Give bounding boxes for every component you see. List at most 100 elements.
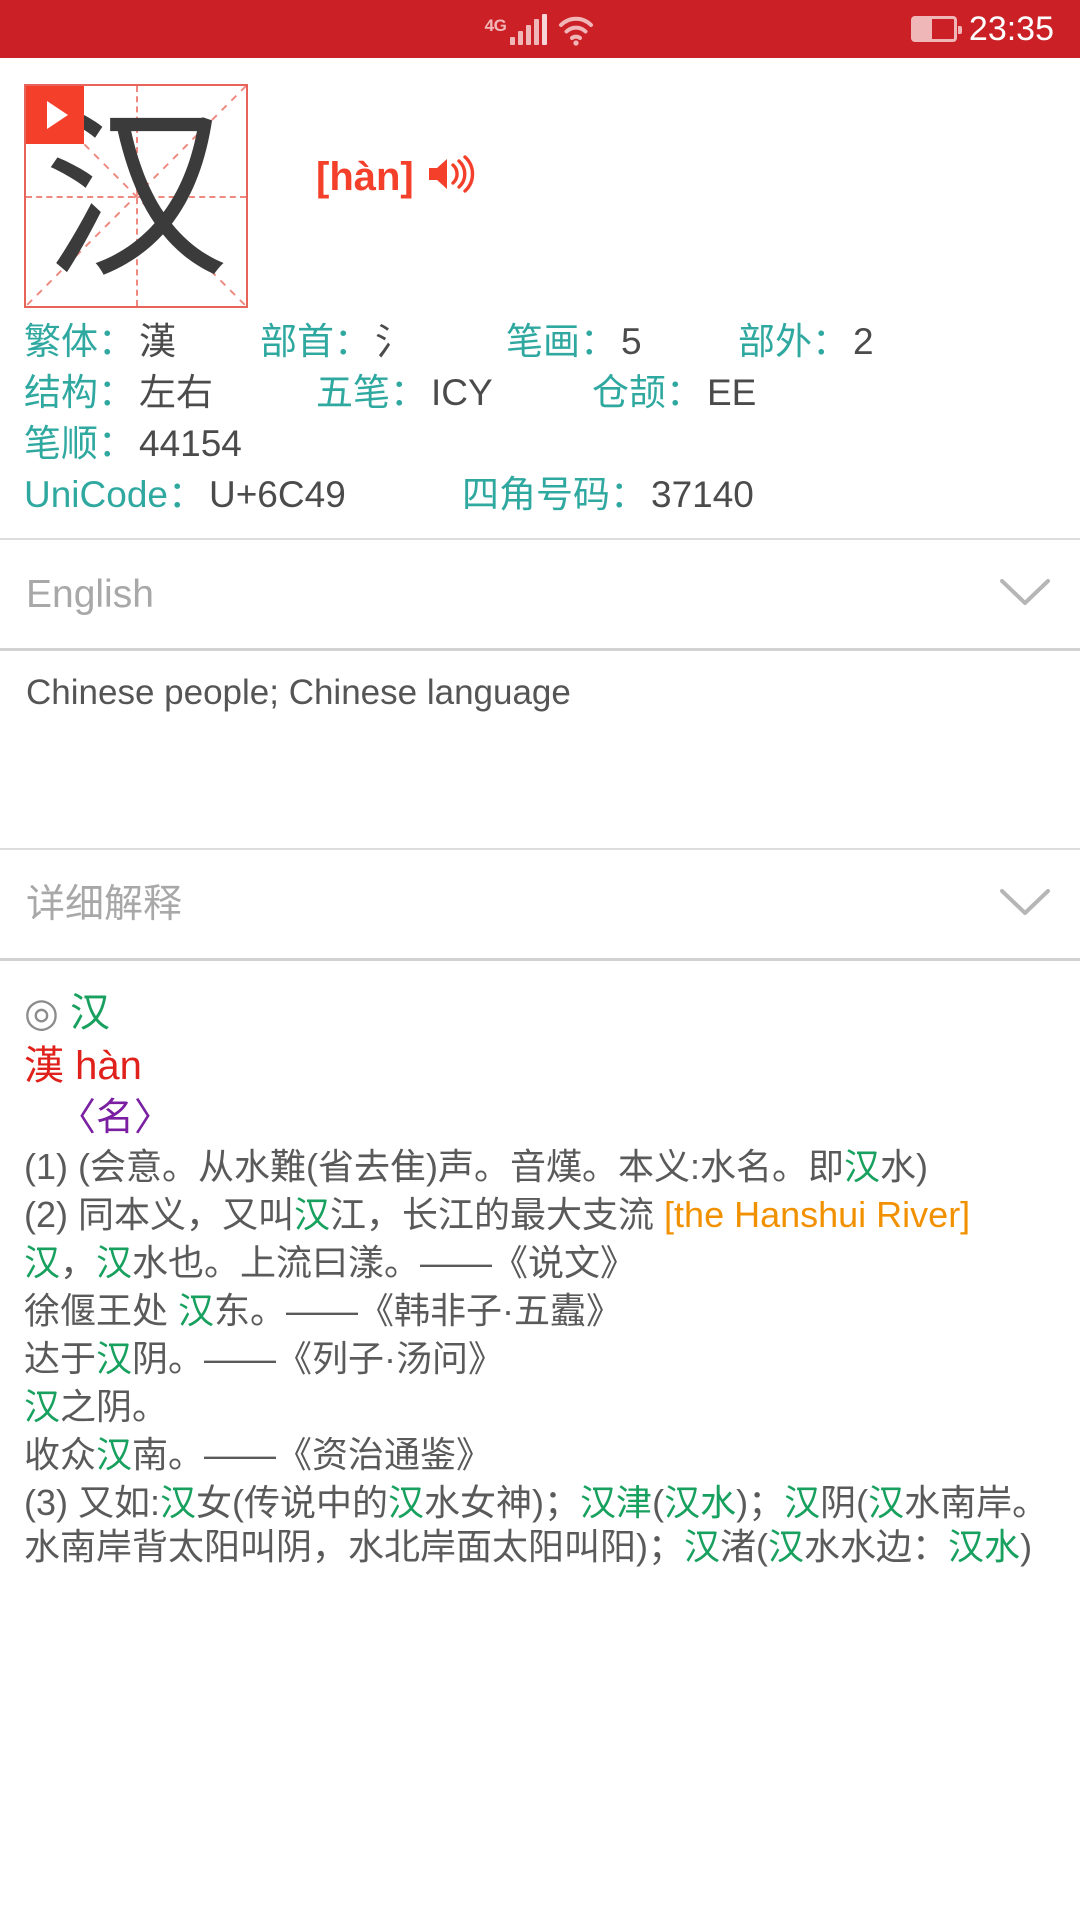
info-label: 仓颉： bbox=[592, 372, 703, 414]
info-value: 左右 bbox=[139, 372, 213, 414]
network-type-label: 4G bbox=[484, 16, 507, 35]
sense-text: ( bbox=[652, 1481, 665, 1523]
quote-link[interactable]: 汉 bbox=[96, 1434, 132, 1475]
detail-pinyin: hàn bbox=[75, 1044, 142, 1089]
play-stroke-animation-button[interactable] bbox=[26, 86, 84, 144]
sense-text: (3) 又如: bbox=[24, 1481, 161, 1523]
sense-text: 水女神)； bbox=[424, 1481, 581, 1523]
info-value: 5 bbox=[621, 321, 642, 362]
info-cell-cangjie: 仓颉： EE bbox=[592, 367, 756, 418]
quote-link[interactable]: 汉 bbox=[24, 1386, 60, 1427]
sense-text: 阴 bbox=[820, 1481, 857, 1523]
info-cell-unicode: UniCode： U+6C49 bbox=[24, 469, 462, 520]
detail-sense-3: (3) 又如:汉女(传说中的汉水女神)；汉津(汉水)；汉阴(汉水南岸。水南岸背太… bbox=[24, 1481, 1056, 1569]
detail-explanation-body: ◎ 汉 漢 hàn 〈名〉 (1) (会意。从水難(省去隹)声。音熯。本义:水名… bbox=[0, 961, 1080, 1568]
quote-text: 徐偃王处 bbox=[24, 1290, 179, 1332]
character-info-table: 繁体： 漢 部首： 氵 笔画： 5 部外： 2 结构： 左右 五笔： ICY 仓… bbox=[0, 308, 1080, 520]
info-value: 44154 bbox=[139, 423, 242, 465]
detail-headword[interactable]: 汉 bbox=[70, 991, 110, 1035]
info-label: UniCode： bbox=[24, 474, 205, 516]
sense-link[interactable]: 汉 bbox=[784, 1482, 820, 1523]
english-definition: Chinese people; Chinese language bbox=[26, 673, 571, 713]
wifi-icon bbox=[557, 14, 595, 48]
sense-text: ( bbox=[856, 1481, 869, 1523]
info-row: 结构： 左右 五笔： ICY 仓颉： EE bbox=[24, 367, 1056, 418]
info-value: 37140 bbox=[651, 474, 754, 516]
quote-text: 阴。——《列子·汤问》 bbox=[132, 1338, 505, 1380]
detail-sense-2: (2) 同本义，又叫汉江，长江的最大支流 [the Hanshui River] bbox=[24, 1193, 1056, 1237]
detail-headword-line: ◎ 汉 bbox=[24, 989, 1056, 1038]
sense-link[interactable]: 汉 bbox=[768, 1526, 804, 1567]
quote-link[interactable]: 汉 bbox=[96, 1242, 132, 1283]
bullet-circle-icon: ◎ bbox=[24, 991, 59, 1036]
sense-link[interactable]: 汉 bbox=[844, 1146, 880, 1187]
info-row: 繁体： 漢 部首： 氵 笔画： 5 部外： 2 bbox=[24, 316, 1056, 367]
sense-text: )； bbox=[736, 1481, 785, 1523]
sense-link[interactable]: 汉 bbox=[868, 1482, 904, 1523]
pos-label: 〈名〉 bbox=[58, 1097, 173, 1140]
info-label: 笔顺： bbox=[24, 423, 135, 465]
sense-link[interactable]: 汉 bbox=[684, 1526, 720, 1567]
detail-quote: 达于汉阴。——《列子·汤问》 bbox=[24, 1337, 1056, 1381]
sense-english-gloss: [the Hanshui River] bbox=[664, 1194, 971, 1236]
section-header-english[interactable]: English bbox=[0, 540, 1080, 649]
sense-text: (1) (会意。从水難(省去隹)声。音熯。本义:水名。即 bbox=[24, 1146, 844, 1188]
clock-label: 23:35 bbox=[968, 10, 1054, 48]
status-bar-right: 23:35 bbox=[910, 0, 1054, 58]
pinyin-row[interactable]: [hàn] bbox=[316, 154, 478, 199]
detail-traditional-line: 漢 hàn bbox=[24, 1042, 1056, 1091]
info-label: 部外： bbox=[738, 321, 849, 362]
quote-text: 收众 bbox=[24, 1433, 97, 1475]
sense-link[interactable]: 汉 bbox=[388, 1482, 424, 1523]
quote-link[interactable]: 汉 bbox=[178, 1290, 214, 1331]
detail-traditional: 漢 bbox=[24, 1044, 64, 1089]
info-value: U+6C49 bbox=[208, 474, 346, 516]
section-header-detail[interactable]: 详细解释 bbox=[0, 850, 1080, 959]
detail-part-of-speech: 〈名〉 bbox=[24, 1095, 1056, 1141]
info-value: 漢 bbox=[139, 321, 176, 362]
info-label: 四角号码： bbox=[462, 474, 647, 516]
sense-text: (2) 同本义，又叫 bbox=[24, 1194, 295, 1236]
sense-text: 水水边： bbox=[804, 1525, 949, 1567]
info-label: 结构： bbox=[24, 372, 135, 414]
sense-text: 渚( bbox=[720, 1525, 769, 1567]
sense-link[interactable]: 汉水 bbox=[948, 1526, 1020, 1567]
chevron-down-icon[interactable] bbox=[998, 575, 1052, 614]
quote-text: 东。——《韩非子·五蠹》 bbox=[214, 1290, 623, 1332]
info-cell-structure: 结构： 左右 bbox=[24, 367, 316, 418]
section-title: English bbox=[26, 572, 154, 616]
pinyin-label: [hàn] bbox=[316, 154, 414, 199]
sense-link[interactable]: 汉 bbox=[294, 1194, 330, 1235]
quote-text: 水也。上流曰漾。——《说文》 bbox=[132, 1242, 637, 1284]
section-title: 详细解释 bbox=[26, 882, 183, 926]
info-cell-traditional: 繁体： 漢 bbox=[24, 316, 260, 367]
info-cell-extra-strokes: 部外： 2 bbox=[738, 316, 874, 367]
chevron-down-icon[interactable] bbox=[998, 885, 1052, 924]
quote-text: 南。——《资治通鉴》 bbox=[132, 1433, 493, 1475]
info-value: EE bbox=[707, 372, 757, 414]
character-grid[interactable]: 汉 bbox=[24, 84, 248, 308]
info-value: 氵 bbox=[375, 321, 412, 362]
sense-link[interactable]: 汉 bbox=[160, 1482, 196, 1523]
sense-text: 女(传说中的 bbox=[196, 1481, 389, 1523]
info-label: 五笔： bbox=[316, 372, 427, 414]
sense-text: 水) bbox=[879, 1146, 928, 1188]
info-label: 部首： bbox=[260, 321, 371, 362]
play-icon bbox=[46, 101, 68, 129]
info-cell-radical: 部首： 氵 bbox=[260, 316, 506, 367]
quote-text: 达于 bbox=[24, 1338, 97, 1380]
sense-link[interactable]: 汉水 bbox=[664, 1482, 736, 1523]
info-row: 笔顺： 44154 bbox=[24, 418, 1056, 469]
character-header: 汉 [hàn] bbox=[0, 58, 1080, 308]
info-value: 2 bbox=[853, 321, 874, 362]
sense-link[interactable]: 汉津 bbox=[580, 1482, 652, 1523]
signal-icon bbox=[510, 14, 548, 45]
info-cell-strokes: 笔画： 5 bbox=[506, 316, 738, 367]
quote-link[interactable]: 汉 bbox=[24, 1242, 60, 1283]
detail-quote: 汉之阴。 bbox=[24, 1385, 1056, 1429]
info-row: UniCode： U+6C49 四角号码： 37140 bbox=[24, 469, 1056, 520]
speaker-icon[interactable] bbox=[426, 154, 478, 199]
info-value: ICY bbox=[431, 372, 493, 414]
quote-link[interactable]: 汉 bbox=[96, 1338, 132, 1379]
